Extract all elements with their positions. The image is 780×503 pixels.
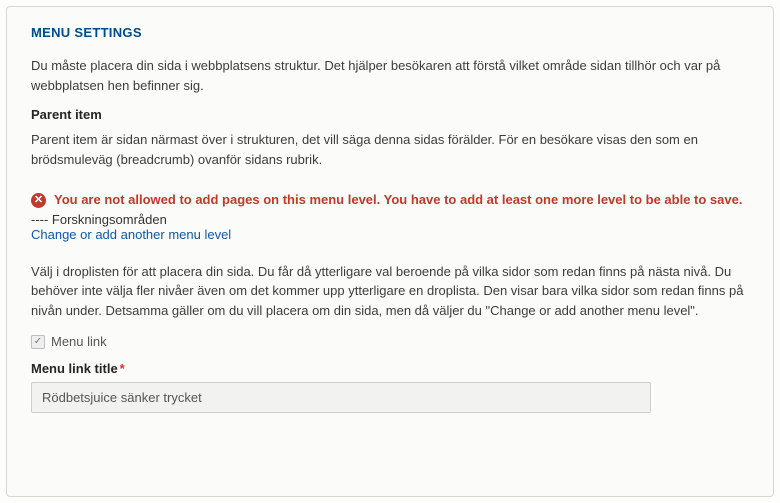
change-menu-level-link[interactable]: Change or add another menu level [31, 227, 231, 242]
selected-parent-path: ---- Forskningsområden [31, 212, 749, 227]
required-mark: * [120, 361, 125, 376]
menu-link-checkbox[interactable]: ✓ [31, 335, 45, 349]
menu-link-title-label-text: Menu link title [31, 361, 118, 376]
parent-item-description: Parent item är sidan närmast över i stru… [31, 130, 749, 169]
menu-link-title-field[interactable] [31, 382, 651, 413]
error-text: You are not allowed to add pages on this… [54, 191, 742, 210]
menu-link-title-label: Menu link title* [31, 361, 749, 376]
error-icon: ✕ [31, 193, 46, 208]
menu-settings-panel: MENU SETTINGS Du måste placera din sida … [6, 6, 774, 497]
intro-text: Du måste placera din sida i webbplatsens… [31, 56, 749, 95]
error-message: ✕ You are not allowed to add pages on th… [31, 191, 749, 210]
menu-link-checkbox-row: ✓ Menu link [31, 334, 749, 349]
section-title: MENU SETTINGS [31, 25, 749, 40]
droplist-help-text: Välj i droplisten för att placera din si… [31, 262, 749, 321]
menu-link-checkbox-label: Menu link [51, 334, 107, 349]
parent-item-heading: Parent item [31, 107, 749, 122]
